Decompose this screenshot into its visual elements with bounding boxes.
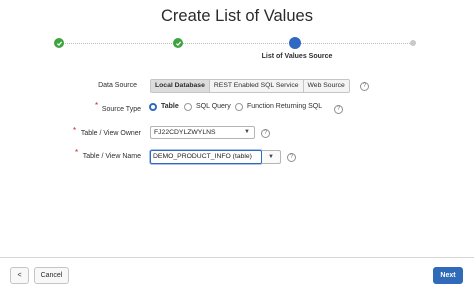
wizard-step-2-completed bbox=[173, 38, 183, 48]
dialog-title: Create List of Values bbox=[161, 7, 313, 25]
data-source-option-web-source[interactable]: Web Source bbox=[302, 80, 349, 92]
dialog-footer: < Cancel Next bbox=[0, 257, 474, 295]
wizard-step-4-pending bbox=[410, 40, 416, 46]
wizard-step-1-completed bbox=[54, 38, 64, 48]
back-button[interactable]: < bbox=[10, 267, 29, 284]
table-name-input[interactable]: DEMO_PRODUCT_INFO (table) bbox=[150, 150, 262, 164]
source-type-label: Source Type bbox=[101, 106, 141, 113]
source-type-option-sql-query[interactable]: SQL Query bbox=[196, 103, 231, 110]
help-icon[interactable]: ? bbox=[360, 82, 369, 91]
help-icon[interactable]: ? bbox=[334, 105, 343, 114]
table-name-label: Table / View Name bbox=[82, 153, 141, 160]
data-source-segmented-control: Local Database REST Enabled SQL Service … bbox=[150, 79, 350, 93]
data-source-label: Data Source bbox=[98, 82, 137, 89]
data-source-option-rest-enabled-sql[interactable]: REST Enabled SQL Service bbox=[208, 80, 303, 92]
source-type-option-function[interactable]: Function Returning SQL bbox=[247, 103, 322, 110]
table-name-dropdown-button[interactable]: ▼ bbox=[262, 150, 281, 164]
cancel-button[interactable]: Cancel bbox=[34, 267, 69, 284]
source-type-radio-sql-query[interactable] bbox=[184, 103, 192, 111]
help-icon[interactable]: ? bbox=[287, 153, 296, 162]
chevron-down-icon: ▼ bbox=[244, 129, 250, 135]
table-owner-value: FJ22CDYLZWYLNS bbox=[154, 129, 216, 136]
chevron-down-icon: ▼ bbox=[268, 154, 274, 160]
data-source-option-local-database[interactable]: Local Database bbox=[151, 80, 209, 92]
table-owner-select[interactable]: FJ22CDYLZWYLNS ▼ bbox=[150, 126, 255, 139]
source-type-radio-table[interactable] bbox=[149, 103, 157, 111]
source-type-radio-function[interactable] bbox=[235, 103, 243, 111]
checkmark-icon bbox=[175, 41, 181, 46]
source-type-option-table[interactable]: Table bbox=[161, 103, 179, 110]
wizard-current-step-label: List of Values Source bbox=[261, 53, 333, 60]
help-icon[interactable]: ? bbox=[261, 129, 270, 138]
next-button[interactable]: Next bbox=[433, 267, 463, 284]
checkmark-icon bbox=[56, 41, 62, 46]
wizard-track bbox=[58, 43, 414, 44]
wizard-step-3-current bbox=[289, 37, 301, 49]
table-owner-label: Table / View Owner bbox=[80, 130, 141, 137]
